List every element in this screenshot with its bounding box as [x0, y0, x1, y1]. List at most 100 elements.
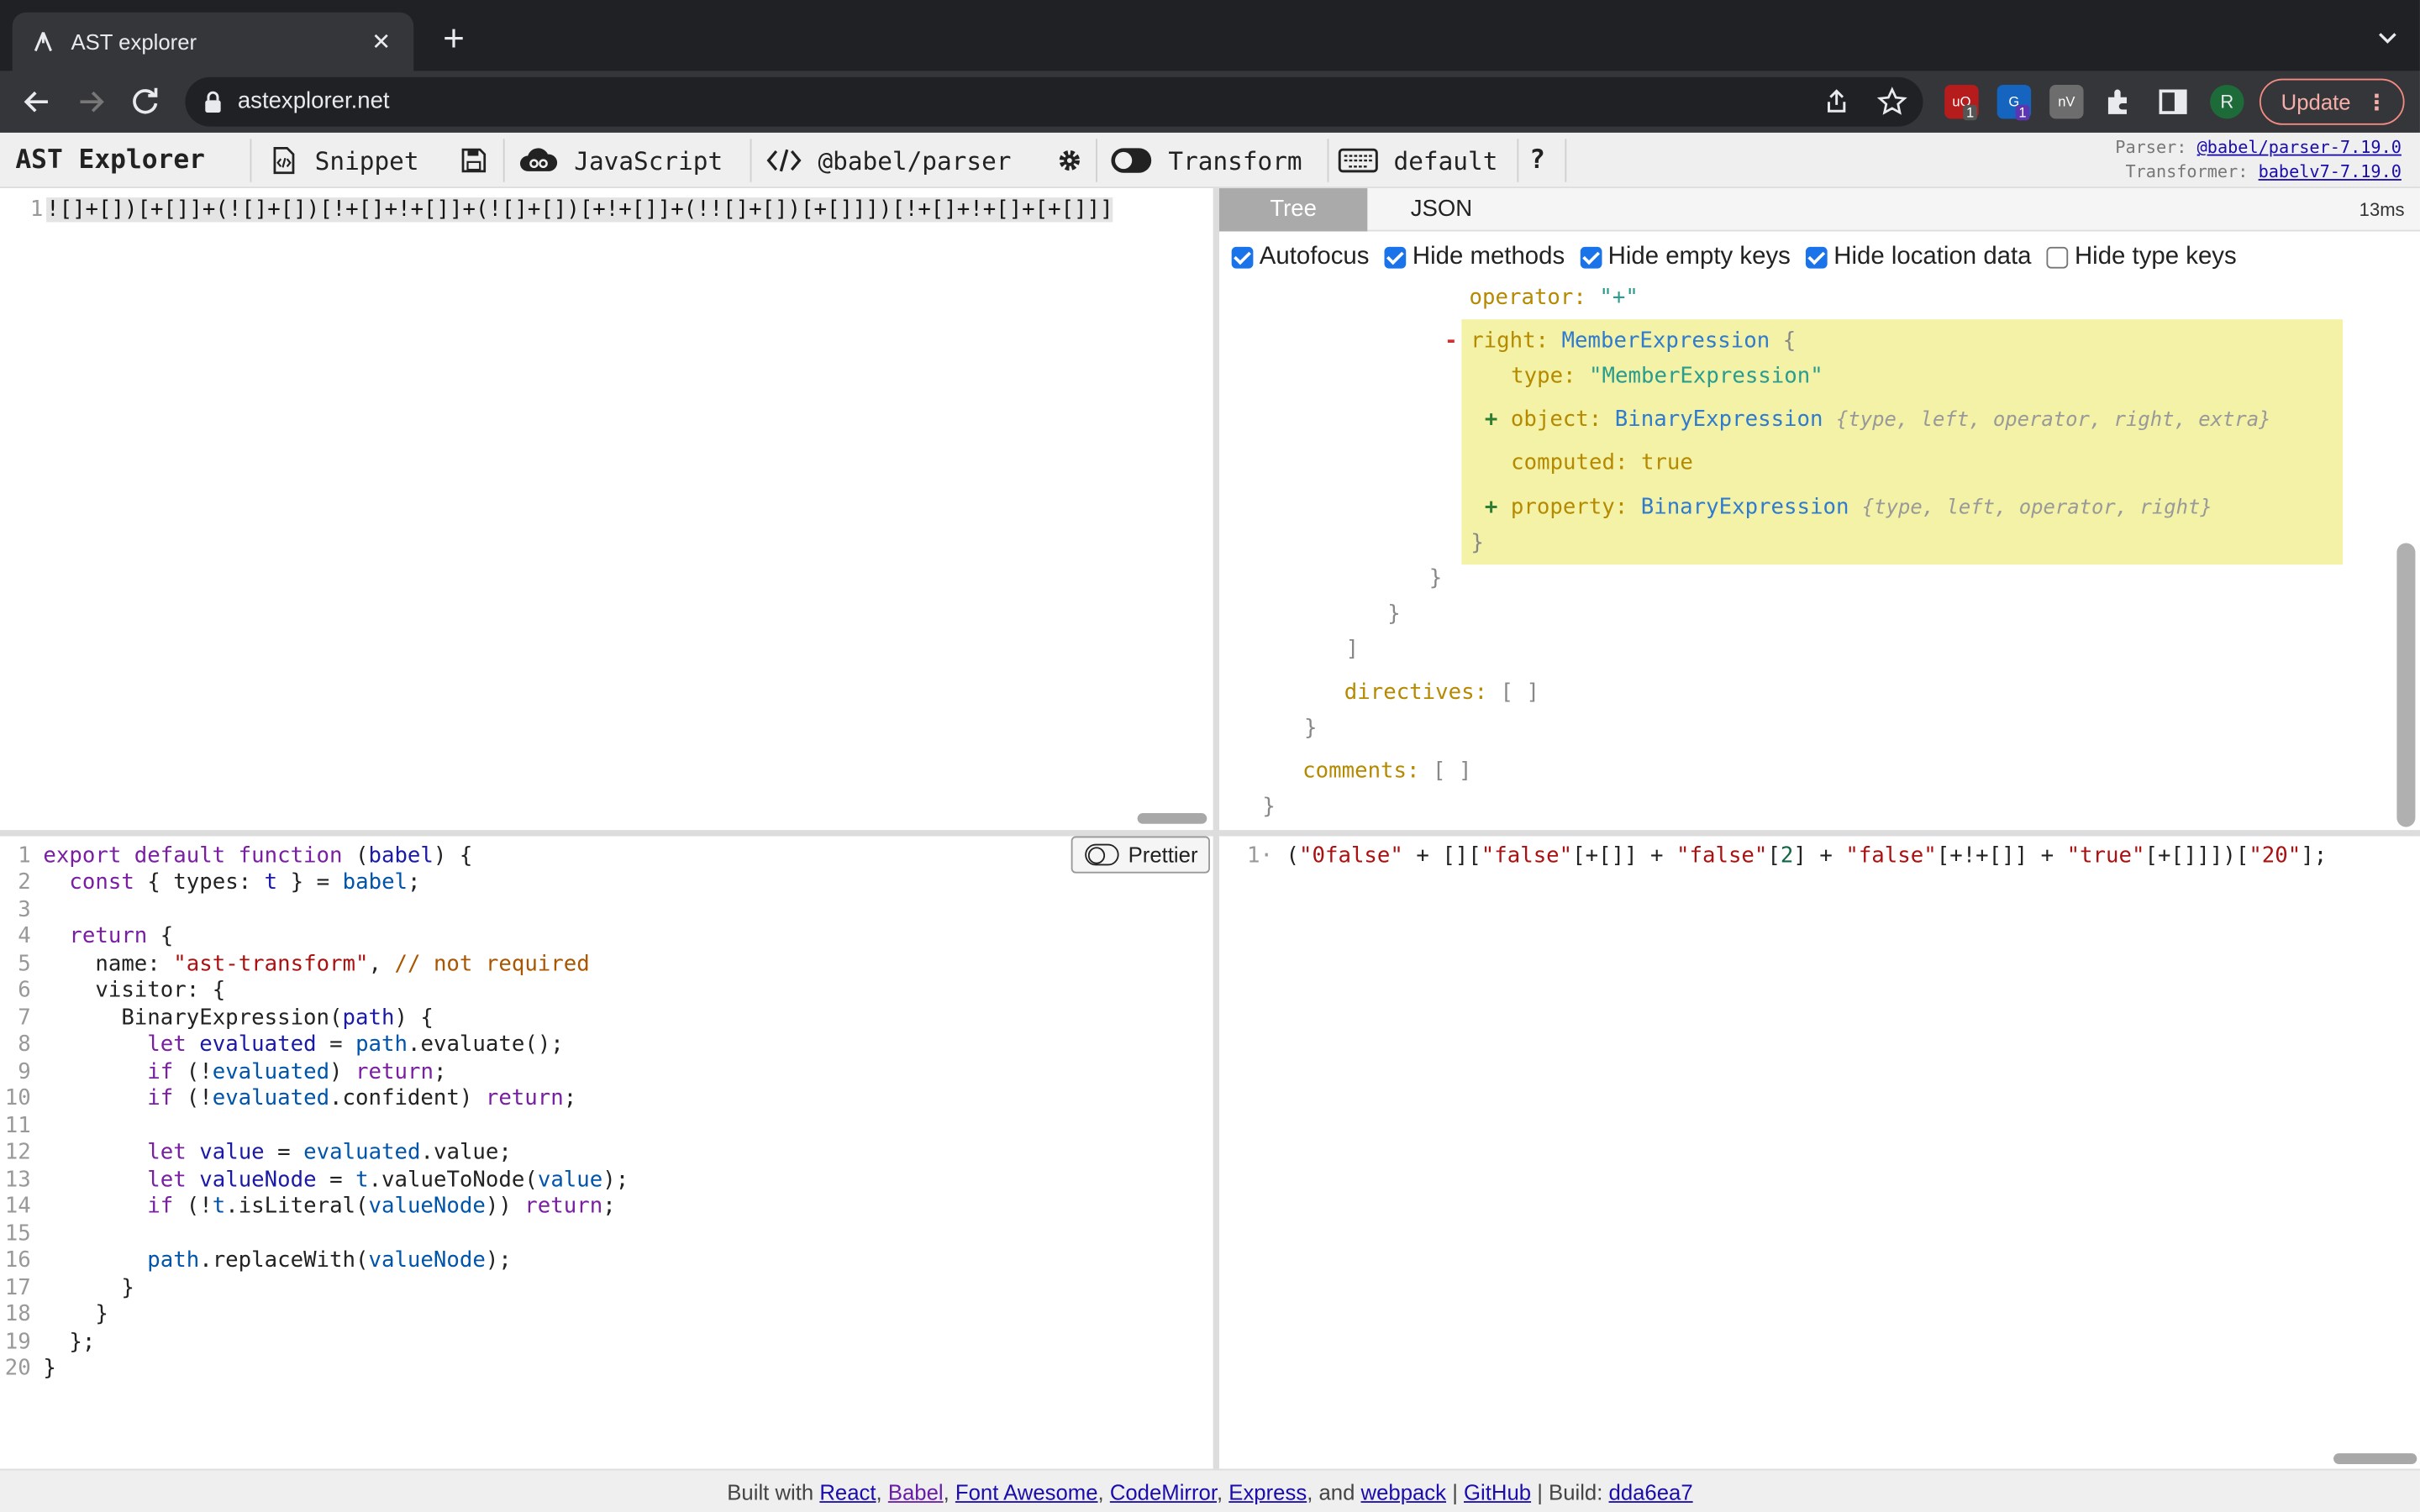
expand-toggle[interactable]: + — [1485, 407, 1497, 432]
side-panel-icon[interactable] — [2156, 85, 2190, 118]
tree-node-property[interactable]: + property: BinaryExpression {type, left… — [1485, 496, 2212, 520]
output-horizontal-scrollbar[interactable] — [2333, 1453, 2417, 1465]
tab-title: AST explorer — [71, 29, 197, 55]
vertical-splitter[interactable] — [1213, 188, 1219, 1469]
code-line[interactable]: 14 if (!t.isLiteral(valueNode)) return; — [0, 1194, 616, 1219]
code-line[interactable]: 16 path.replaceWith(valueNode); — [0, 1248, 512, 1273]
code-line[interactable]: 5 name: "ast-transform", // not required — [0, 952, 589, 976]
hide-location-data-checkbox[interactable] — [1806, 246, 1828, 269]
option-hide-location-data[interactable]: Hide location data — [1806, 244, 2032, 271]
option-hide-type-keys[interactable]: Hide type keys — [2046, 244, 2237, 271]
code-line[interactable]: 7 BinaryExpression(path) { — [0, 1006, 434, 1031]
prettier-button[interactable]: Prettier — [1071, 836, 1210, 874]
code-line[interactable]: 4 return { — [0, 924, 173, 948]
tab-json[interactable]: JSON — [1367, 188, 1515, 231]
footer-separator: | — [1452, 1479, 1458, 1504]
hide-empty-keys-checkbox[interactable] — [1580, 246, 1602, 269]
tree-vertical-scrollbar[interactable] — [2396, 543, 2416, 827]
gear-icon[interactable] — [1055, 146, 1083, 174]
back-arrow-icon[interactable] — [18, 83, 55, 120]
forward-arrow-icon[interactable] — [72, 83, 109, 120]
github-link[interactable]: GitHub — [1464, 1479, 1531, 1504]
code-line[interactable]: 20} — [0, 1356, 56, 1380]
kebab-menu-icon[interactable]: ⋮ — [2366, 81, 2388, 123]
express-link[interactable]: Express — [1228, 1479, 1307, 1504]
tree-node-operator[interactable]: operator: "+" — [1470, 286, 1639, 310]
snippet-menu[interactable]: Snippet — [269, 133, 419, 188]
app-toolbar: AST Explorer Snippet JavaScript @babel/p… — [0, 132, 2420, 189]
astexplorer-favicon-icon — [34, 32, 52, 52]
ext-badge: 1 — [2015, 104, 2030, 121]
puzzle-extensions-icon[interactable] — [2102, 85, 2136, 118]
babel-link[interactable]: Babel — [888, 1479, 944, 1504]
code-line[interactable]: 13 let valueNode = t.valueToNode(value); — [0, 1168, 629, 1192]
transform-toggle[interactable]: Transform — [1110, 133, 1302, 188]
bookmark-star-icon[interactable] — [1876, 87, 1907, 118]
hide-type-keys-checkbox[interactable] — [2046, 246, 2069, 269]
tree-node-comments[interactable]: comments: [ ] — [1302, 759, 1471, 784]
language-label: JavaScript — [574, 145, 723, 176]
webpack-link[interactable]: webpack — [1361, 1479, 1447, 1504]
react-link[interactable]: React — [819, 1479, 876, 1504]
code-line[interactable]: 11 — [0, 1114, 43, 1138]
source-code-text[interactable]: ![]+[])[+[]]+(![]+[])[!+[]+!+[]]+(![]+[]… — [46, 197, 1113, 223]
share-icon[interactable] — [1821, 87, 1852, 118]
tree-node-right[interactable]: - right: MemberExpression { — [1444, 328, 1796, 353]
option-label: Autofocus — [1259, 244, 1370, 270]
tree-node-directives[interactable]: directives: [ ] — [1344, 680, 1539, 705]
horizontal-splitter[interactable] — [0, 830, 2420, 837]
code-line[interactable]: 6 visitor: { — [0, 978, 225, 1002]
transformer-version-link[interactable]: babelv7-7.19.0 — [2259, 162, 2402, 182]
reload-icon[interactable] — [127, 83, 164, 120]
code-line[interactable]: 17 } — [0, 1276, 134, 1300]
collapse-toggle[interactable]: - — [1444, 328, 1457, 353]
expand-toggle[interactable]: + — [1485, 496, 1497, 520]
new-tab-button[interactable]: + — [435, 18, 472, 61]
language-menu[interactable]: JavaScript — [518, 133, 723, 188]
tab-tree[interactable]: Tree — [1218, 188, 1368, 232]
autofocus-checkbox[interactable] — [1231, 246, 1254, 269]
tree-node-type[interactable]: type: "MemberExpression" — [1511, 364, 1823, 388]
codemirror-link[interactable]: CodeMirror — [1110, 1479, 1217, 1504]
code-line[interactable]: 12 let value = evaluated.value; — [0, 1140, 512, 1164]
help-button[interactable]: ? — [1529, 133, 1545, 188]
code-line[interactable]: 19 }; — [0, 1330, 96, 1354]
hide-methods-checkbox[interactable] — [1384, 246, 1407, 269]
horizontal-scrollbar[interactable] — [1137, 812, 1207, 824]
omnibox[interactable]: astexplorer.net — [185, 76, 1923, 127]
tree-node-computed[interactable]: computed: true — [1511, 450, 1693, 475]
toggle-icon — [1111, 148, 1152, 173]
code-line[interactable]: 8 let evaluated = path.evaluate(); — [0, 1032, 564, 1057]
output-tabs: Tree JSON 13ms — [1218, 188, 2420, 232]
update-button[interactable]: Update ⋮ — [2259, 78, 2405, 125]
profile-avatar[interactable]: R — [2210, 85, 2244, 119]
build-link[interactable]: dda6ea7 — [1609, 1479, 1693, 1504]
parser-version-link[interactable]: @babel/parser-7.19.0 — [2197, 137, 2402, 157]
parser-menu[interactable]: @babel/parser — [765, 133, 1011, 188]
output-code-line[interactable]: 1· ("0false" + []["false"[+[]] + "false"… — [1247, 844, 2327, 869]
close-tab-icon[interactable]: ✕ — [367, 28, 395, 55]
source-line[interactable]: 1 ![]+[])[+[]]+(![]+[])[!+[]+!+[]]+(![]+[… — [0, 197, 1113, 223]
nvidia-extension-icon[interactable]: nV — [2049, 85, 2084, 119]
code-line[interactable]: 3 — [0, 898, 43, 922]
option-hide-methods[interactable]: Hide methods — [1384, 244, 1565, 271]
keymap-menu[interactable]: default — [1338, 133, 1497, 188]
fontawesome-link[interactable]: Font Awesome — [955, 1479, 1098, 1504]
option-hide-empty-keys[interactable]: Hide empty keys — [1580, 244, 1791, 271]
code-line[interactable]: 15 — [0, 1222, 43, 1247]
code-line[interactable]: 18 } — [0, 1302, 108, 1326]
output-editor[interactable] — [1218, 836, 2420, 1469]
code-line[interactable]: 10 if (!evaluated.confident) return; — [0, 1086, 576, 1110]
toolbar-divider — [1565, 139, 1567, 182]
lock-icon[interactable] — [203, 91, 222, 113]
url-text[interactable]: astexplorer.net — [238, 88, 390, 114]
code-line[interactable]: 9 if (!evaluated) return; — [0, 1060, 446, 1084]
tree-node-object[interactable]: + object: BinaryExpression {type, left, … — [1485, 407, 2271, 432]
code-line[interactable]: 2 const { types: t } = babel; — [0, 870, 420, 895]
tab-search-chevron-icon[interactable] — [2377, 26, 2399, 48]
save-icon[interactable] — [460, 146, 487, 174]
source-editor[interactable]: 1 ![]+[])[+[]]+(![]+[])[!+[]+!+[]]+(![]+[… — [0, 188, 1213, 831]
code-line[interactable]: 1 export default function (babel) { — [0, 844, 472, 869]
browser-tab[interactable]: AST explorer ✕ — [12, 12, 414, 71]
option-autofocus[interactable]: Autofocus — [1231, 244, 1370, 271]
